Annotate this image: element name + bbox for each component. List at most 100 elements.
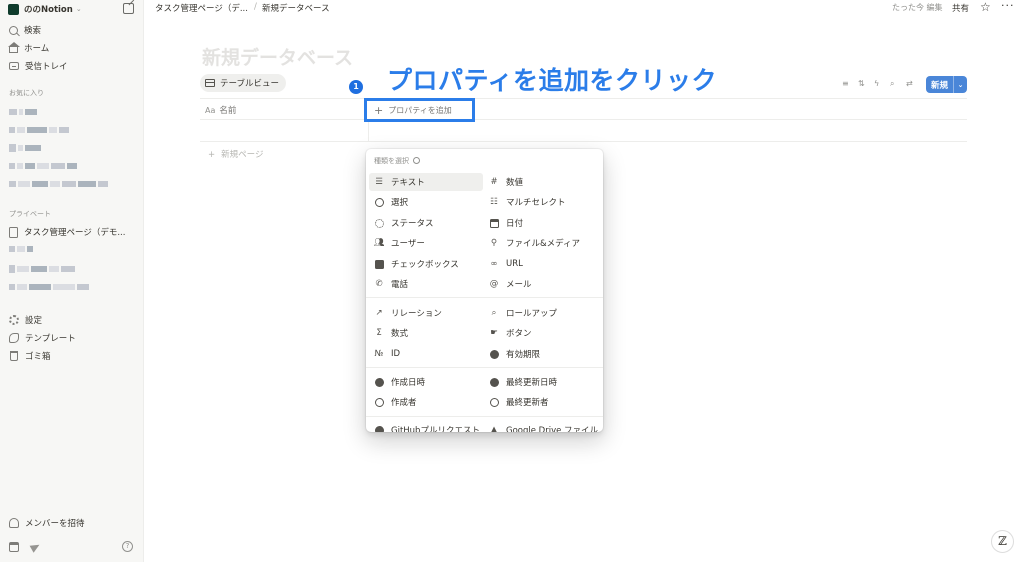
more-options-icon[interactable]: ··· [1001, 0, 1015, 12]
breadcrumb-current[interactable]: 新規データベース [262, 2, 330, 14]
add-member-icon [9, 518, 19, 528]
menu-item-label: 有効期限 [506, 350, 541, 360]
help-assistant-button[interactable]: ℤ [991, 530, 1014, 553]
menu-divider [366, 367, 603, 368]
blurred-favorite[interactable] [9, 180, 108, 188]
sidebar-item-inbox[interactable]: 受信トレイ [9, 59, 68, 73]
menu-item-created-time[interactable]: 作成日時 [373, 373, 425, 391]
menu-item-label: チェックボックス [391, 260, 459, 270]
menu-item-id[interactable]: № ID [373, 345, 400, 363]
menu-item-multi-select[interactable]: ☷ マルチセレクト [488, 193, 565, 211]
sidebar-item-label: 検索 [24, 26, 42, 36]
annotation-caption: プロパティを追加をクリック [387, 66, 718, 95]
menu-item-label: 作成日時 [391, 378, 426, 388]
menu-item-label: ボタン [506, 329, 532, 339]
menu-item-button[interactable]: ☛ ボタン [488, 324, 532, 342]
blurred-favorite[interactable] [9, 162, 77, 170]
sidebar-item-settings[interactable]: 設定 [9, 313, 42, 327]
breadcrumb-separator: / [254, 2, 257, 12]
select-icon [373, 196, 385, 208]
menu-item-edited-time[interactable]: 最終更新日時 [488, 373, 557, 391]
view-toolbar: ≡ ⇅ ϟ ⌕ ⇄ [842, 79, 922, 89]
favorite-star-icon[interactable]: ☆ [980, 0, 991, 14]
property-type-menu: 種類を選択 ☰ テキスト 選択 ステータス 👥︎ ユーザー チェックボックス ✆ 電話… [366, 149, 603, 432]
tab-table-view[interactable]: テーブルビュー [200, 74, 286, 92]
page-title[interactable]: 新規データベース [202, 43, 353, 70]
inbox-icon [9, 62, 19, 70]
menu-item-relation[interactable]: ↗ リレーション [373, 304, 441, 322]
blurred-private-page[interactable] [9, 265, 75, 273]
menu-item-number[interactable]: # 数値 [488, 173, 523, 191]
workspace-switcher[interactable]: ののNotion ⌄ [8, 2, 136, 16]
column-header-name[interactable]: Aa 名前 [205, 104, 236, 117]
menu-item-label: 数式 [391, 329, 409, 339]
menu-item-checkbox[interactable]: チェックボックス [373, 255, 459, 273]
blurred-favorite[interactable] [9, 108, 37, 116]
new-page-icon[interactable] [123, 3, 134, 14]
send-icon[interactable] [29, 541, 42, 553]
blurred-private-page[interactable] [9, 245, 33, 253]
menu-item-edited-by[interactable]: 最終更新者 [488, 393, 549, 411]
sidebar-item-task-page[interactable]: タスク管理ページ（デモ... [9, 225, 125, 239]
new-page-row[interactable]: + 新規ページ [208, 148, 263, 160]
sidebar-item-label: 受信トレイ [25, 62, 68, 72]
menu-item-files[interactable]: ⚲ ファイル&メディア [488, 234, 580, 252]
sidebar-item-trash[interactable]: ゴミ箱 [9, 349, 51, 363]
rollup-icon: ⌕ [491, 308, 497, 318]
sidebar-item-templates[interactable]: テンプレート [9, 331, 76, 345]
calendar-icon[interactable] [9, 542, 19, 552]
menu-item-url[interactable]: ∞ URL [488, 255, 523, 273]
filter-icon[interactable]: ≡ [842, 79, 849, 88]
menu-item-label: URL [506, 259, 523, 269]
help-icon[interactable]: ? [122, 541, 133, 552]
menu-item-label: テキスト [391, 178, 425, 188]
number-icon: # [490, 177, 498, 187]
menu-divider [366, 297, 603, 298]
blurred-favorite[interactable] [9, 126, 69, 134]
text-type-icon: Aa [205, 105, 216, 115]
edited-time-icon [488, 376, 500, 388]
menu-item-text[interactable]: ☰ テキスト [369, 173, 483, 191]
invite-label: メンバーを招待 [25, 519, 85, 529]
add-property-button[interactable]: + プロパティを追加 [364, 98, 475, 122]
automation-icon[interactable]: ϟ [874, 79, 879, 88]
workspace-logo [8, 3, 19, 15]
menu-item-person[interactable]: 👥︎ ユーザー [373, 234, 425, 252]
menu-item-formula[interactable]: Σ 数式 [373, 324, 408, 342]
chevron-down-icon: ⌄ [75, 5, 82, 13]
sidebar-item-search[interactable]: 検索 [9, 23, 41, 37]
search-icon[interactable]: ⌕ [890, 79, 894, 89]
status-icon [373, 217, 385, 229]
chevron-down-icon[interactable]: ⌄ [954, 81, 967, 89]
menu-item-status[interactable]: ステータス [373, 214, 434, 232]
sidebar-item-home[interactable]: ホーム [8, 41, 49, 55]
menu-item-github-pr[interactable]: GitHubプルリクエスト [373, 421, 480, 432]
blurred-favorite[interactable] [9, 144, 41, 152]
invite-members-button[interactable]: メンバーを招待 [9, 516, 85, 530]
menu-item-date[interactable]: 日付 [488, 214, 523, 232]
menu-item-label: 作成者 [391, 398, 417, 408]
menu-item-phone[interactable]: ✆ 電話 [373, 275, 408, 293]
formula-icon: Σ [376, 328, 382, 338]
menu-item-label: 日付 [506, 219, 524, 229]
blurred-private-page[interactable] [9, 283, 89, 291]
sort-icon[interactable]: ⇅ [858, 79, 865, 88]
menu-item-label: GitHubプルリクエスト [391, 426, 480, 432]
edited-status: たった今 編集 [892, 3, 943, 12]
menu-item-created-by[interactable]: 作成者 [373, 393, 417, 411]
menu-item-email[interactable]: @ メール [488, 275, 532, 293]
menu-item-label: 数値 [506, 178, 524, 188]
plus-icon: + [208, 150, 216, 160]
menu-item-verification[interactable]: 有効期限 [488, 345, 540, 363]
menu-item-select[interactable]: 選択 [373, 193, 408, 211]
new-page-label: 新規ページ [221, 150, 264, 160]
new-button[interactable]: 新規 ⌄ [926, 76, 967, 93]
settings-icon[interactable]: ⇄ [906, 79, 913, 88]
menu-item-rollup[interactable]: ⌕ ロールアップ [488, 304, 557, 322]
share-button[interactable]: 共有 [952, 2, 969, 14]
breadcrumb-parent[interactable]: タスク管理ページ（デ... [155, 2, 248, 14]
menu-item-google-drive[interactable]: ▲ Google Drive ファイル [488, 421, 598, 432]
menu-item-label: ステータス [391, 219, 434, 229]
home-icon [8, 42, 20, 53]
property-type-search[interactable]: 種類を選択 [374, 156, 420, 166]
